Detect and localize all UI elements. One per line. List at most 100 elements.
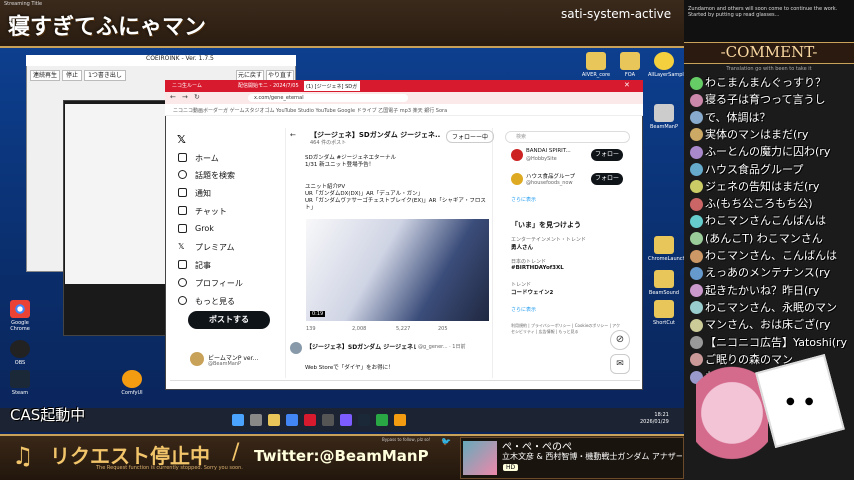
bookmarks-bar[interactable]: ニコニコ動画ボーダーガ ゲームスタジオゴム YouTube Studio You…: [165, 104, 643, 116]
taskbar-search-icon[interactable]: [250, 414, 262, 426]
desktop-icon-chrome[interactable]: Google Chrome: [4, 300, 36, 332]
avatar[interactable]: [511, 149, 523, 161]
desktop-icon-beamsound[interactable]: BeamSound: [648, 270, 680, 296]
desktop-icon-obs[interactable]: OBS: [4, 340, 36, 366]
x-logo-icon[interactable]: 𝕏: [177, 133, 186, 146]
desktop-icon-label: ComfyUI: [121, 390, 143, 396]
desktop-icon-beamman[interactable]: BeamManP: [648, 104, 680, 130]
account-handle: @BeamManP: [208, 361, 242, 367]
comment-row: ふ(もち公ころもち公): [690, 195, 854, 212]
grok-icon: [178, 224, 187, 233]
grok-icon[interactable]: ⊘: [610, 330, 630, 350]
export-one-button[interactable]: 1つ書き出し: [84, 70, 126, 81]
forward-icon[interactable]: →: [182, 93, 188, 101]
comment-text: えっあのメンテナンス(ry: [705, 266, 831, 280]
comment-text: わこマンさん、こんばんは: [705, 249, 837, 262]
app-icon[interactable]: [376, 414, 388, 426]
nav-profile[interactable]: プロフィール: [195, 278, 243, 289]
message-icon[interactable]: ✉: [610, 354, 630, 374]
tab-gene-eternal[interactable]: (1) [ジージェネ] SDガ: [304, 81, 360, 91]
desktop-icon-aiver[interactable]: AIVER_core: [580, 52, 612, 78]
trend-item[interactable]: 勇人さん: [511, 243, 533, 251]
nav-premium[interactable]: プレミアム: [195, 242, 234, 253]
desktop-icon-shortcut[interactable]: ShortCut: [648, 300, 680, 326]
comment-row: ハウス食品グループ: [690, 161, 854, 178]
comment-text: 【ニコニコ広告】Yatoshi(ry: [705, 335, 848, 349]
obs-icon[interactable]: [322, 414, 334, 426]
tab-niconico[interactable]: ニコ生ルーム: [172, 82, 236, 89]
commenter-avatar: [690, 284, 703, 298]
trend-category: トレンド: [511, 282, 532, 288]
address-bar[interactable]: x.com/gene_eternal: [248, 94, 408, 102]
desktop-icon-label: AIVER_core: [581, 72, 611, 78]
suggest-handle: @HobbySite: [526, 156, 557, 162]
nav-more[interactable]: もっと見る: [195, 296, 235, 307]
comment-text: マンさん、おは床ござ(ry: [705, 318, 831, 332]
twitter-icon: 🐦: [441, 437, 451, 446]
post-line: UR「ガンダムヴァサーゴチェストブレイク(EX)」AR「シャギア・フロスト」: [305, 198, 486, 211]
show-more-link[interactable]: さらに表示: [511, 306, 536, 313]
follow-button[interactable]: フォロー: [591, 173, 623, 185]
continuous-play-button[interactable]: 連続再生: [30, 70, 60, 81]
desktop-icon-launcher[interactable]: ChromeLauncher: [648, 236, 691, 262]
close-icon[interactable]: ✕: [624, 81, 630, 89]
following-button[interactable]: フォローー中: [446, 130, 495, 143]
reply-count[interactable]: 139: [306, 326, 316, 332]
comment-row: 起きたかいね？昨日(ry: [690, 282, 854, 299]
desktop-icon-foa[interactable]: FOA: [614, 52, 646, 78]
post-button[interactable]: ポストする: [188, 311, 270, 329]
desktop-icon-alllayer[interactable]: AllLayerSample: [648, 52, 687, 78]
tab-stream-monitor[interactable]: 配信開始モニ - 2024/7/05: [238, 82, 302, 89]
suggest-name: BANDAI SPIRIT...: [526, 148, 571, 154]
comment-text: わこマンさんこんばんは: [705, 214, 826, 228]
commenter-avatar: [690, 163, 703, 176]
bypass-label: Bypass to follow, plz so!: [382, 437, 431, 442]
nav-grok[interactable]: Grok: [195, 224, 214, 233]
stop-button[interactable]: 停止: [62, 70, 82, 81]
nav-articles[interactable]: 記事: [195, 260, 211, 271]
start-icon[interactable]: [232, 414, 244, 426]
view-count[interactable]: 205: [438, 326, 448, 332]
trend-item[interactable]: コードウェイン2: [511, 288, 553, 296]
avatar[interactable]: [511, 173, 523, 185]
follow-button[interactable]: フォロー: [591, 149, 623, 161]
comment-subheader: Translation go with been to take it: [726, 66, 812, 72]
avatar[interactable]: [290, 342, 302, 354]
search-input[interactable]: 検索: [505, 131, 630, 143]
app-icon[interactable]: [394, 414, 406, 426]
comment-row: わこマンさん、こんばんは: [690, 247, 854, 264]
chrome-icon[interactable]: [286, 414, 298, 426]
nav-chat[interactable]: チャット: [195, 206, 227, 217]
show-more-link[interactable]: さらに表示: [511, 196, 536, 203]
home-icon: [178, 153, 187, 162]
back-arrow-icon[interactable]: ←: [290, 131, 296, 139]
desktop-icon-comfy[interactable]: ComfyUI: [116, 370, 148, 396]
browser-icon[interactable]: [304, 414, 316, 426]
desktop-icon-label: OBS: [14, 360, 26, 366]
trend-item[interactable]: #BIRTHDAYof3XL: [511, 265, 564, 271]
file-explorer-icon[interactable]: [268, 414, 280, 426]
desktop-icon-steam[interactable]: Steam: [4, 370, 36, 396]
post-video[interactable]: [306, 219, 489, 321]
discord-icon[interactable]: [340, 414, 352, 426]
nav-home[interactable]: ホーム: [195, 153, 219, 164]
nav-notifications[interactable]: 通知: [195, 188, 211, 199]
avatar[interactable]: [190, 352, 204, 366]
repost-count[interactable]: 2,008: [352, 326, 366, 332]
comment-row: 寝る子は育つって言うし: [690, 91, 854, 108]
like-count[interactable]: 5,227: [396, 326, 410, 332]
nav-explore[interactable]: 話題を検索: [195, 170, 235, 181]
comment-text: ふ(もち公ころもち公): [705, 197, 813, 211]
trend-category: エンターテインメント・トレンド: [511, 237, 586, 243]
taskbar-clock[interactable]: 18:21 2026/01/29: [640, 412, 669, 426]
footer-links[interactable]: 利用規約 | プライバシーポリシー | Cookieのポリシー | アクセシビリ…: [511, 323, 621, 335]
steam-icon[interactable]: [358, 414, 370, 426]
suggest-name: ハウス食品グループ: [526, 174, 576, 180]
info-box: Zundamon and others will soon come to co…: [684, 0, 854, 48]
back-icon[interactable]: ←: [170, 93, 176, 101]
reload-icon[interactable]: ↻: [194, 93, 200, 101]
comment-row: マンさん、おは床ござ(ry: [690, 316, 854, 333]
folder-icon: [654, 270, 674, 288]
comment-row: えっあのメンテナンス(ry: [690, 264, 854, 281]
voice-settings-panel[interactable]: [65, 104, 173, 284]
